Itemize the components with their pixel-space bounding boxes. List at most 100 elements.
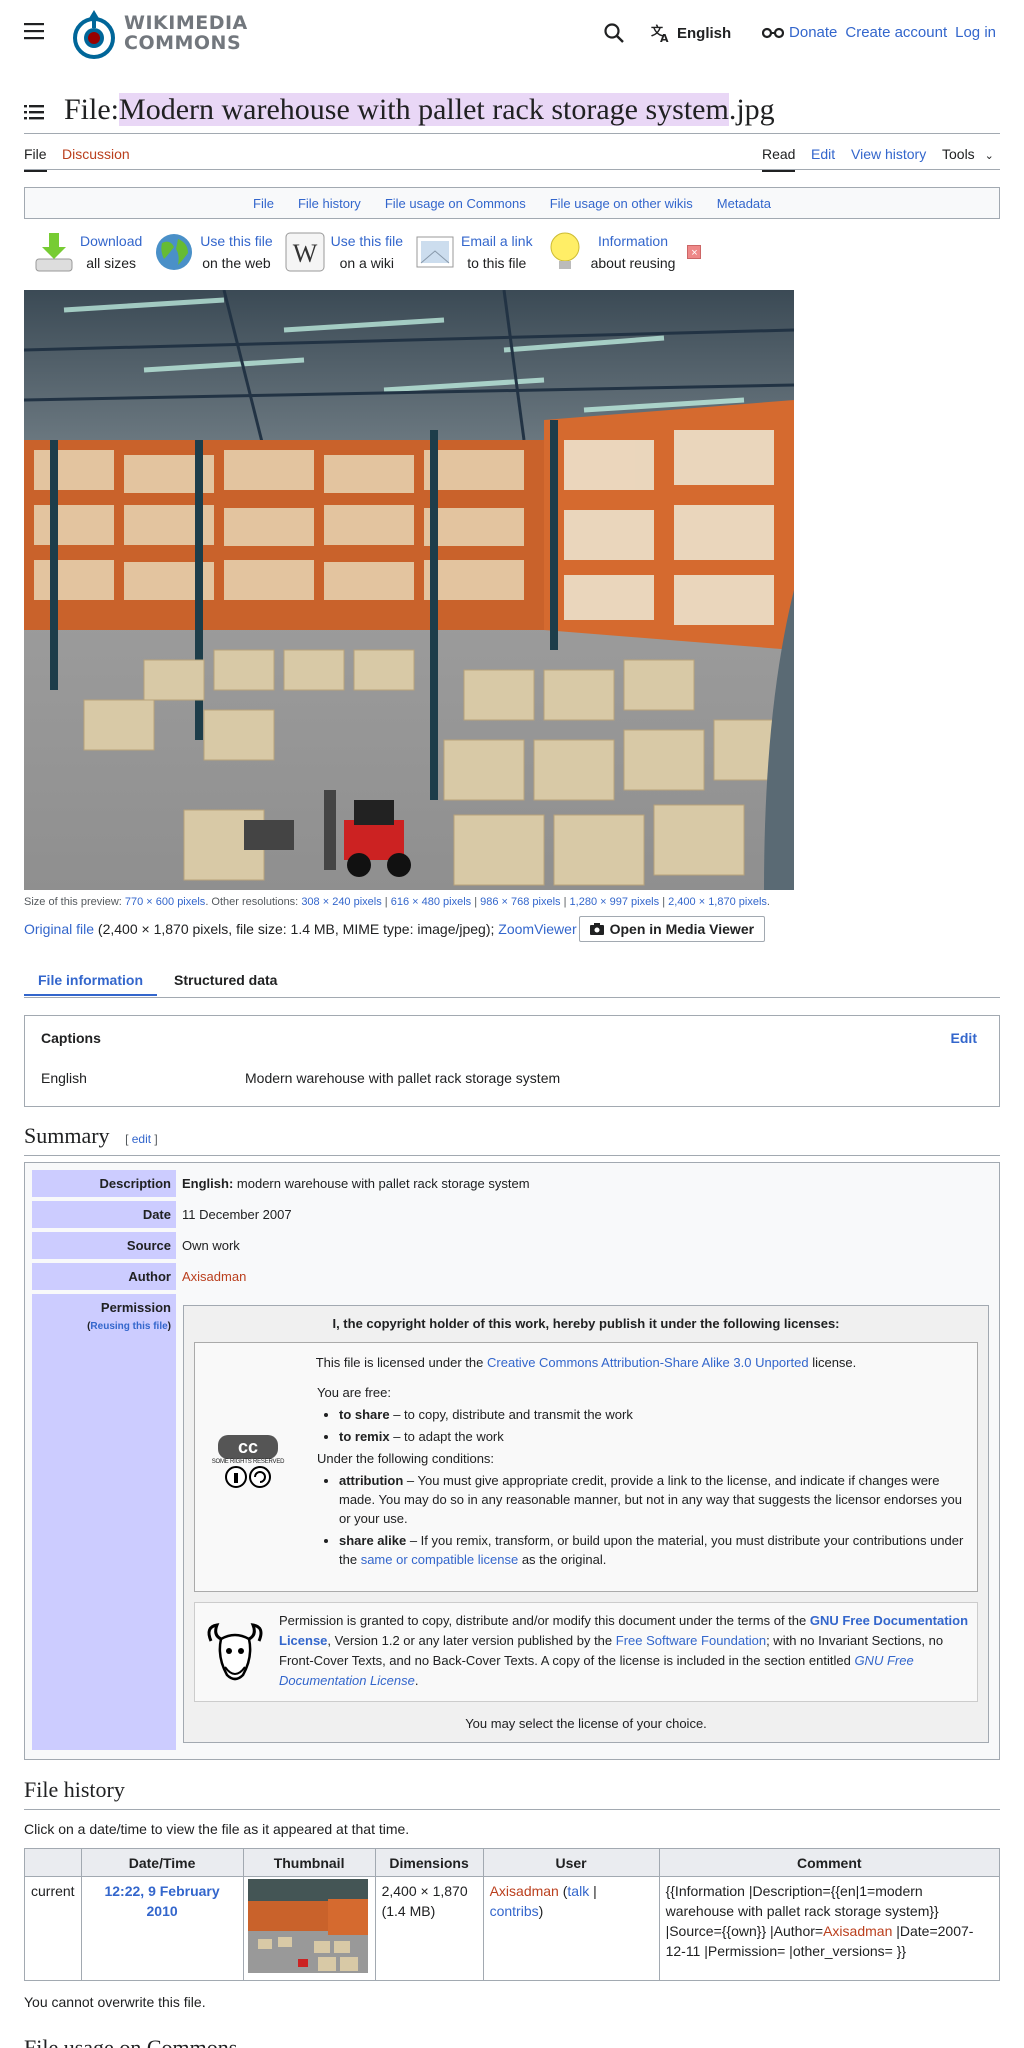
description-label: Description: [32, 1170, 176, 1197]
globe-icon: [156, 234, 193, 270]
toc-file-usage-other[interactable]: File usage on other wikis: [550, 196, 693, 211]
zoomviewer-link[interactable]: ZoomViewer: [498, 921, 576, 937]
description-value: English: modern warehouse with pallet ra…: [182, 1174, 530, 1193]
col-datetime: Date/Time: [80, 1848, 244, 1877]
compatible-license-link[interactable]: same or compatible license: [361, 1552, 519, 1567]
download-button[interactable]: Download all sizes: [34, 229, 142, 275]
history-contribs-link[interactable]: contribs: [490, 1903, 539, 1919]
conditions-heading: Under the following conditions:: [317, 1451, 495, 1466]
other-resolutions-label: . Other resolutions:: [205, 896, 299, 908]
reuse-info-button[interactable]: Information about reusing: [545, 229, 675, 275]
resolution-link[interactable]: 2,400 × 1,870 pixels: [668, 896, 767, 908]
wordmark-line1: WIKIMEDIA: [124, 12, 248, 34]
file-usage-heading: File usage on Commons: [24, 2034, 1000, 2048]
cc-by-sa-badge[interactable]: cc SOME RIGHTS RESERVED: [203, 1435, 293, 1499]
use-on-wiki-sublabel: on a wiki: [339, 255, 395, 271]
open-media-viewer-button[interactable]: Open in Media Viewer: [578, 916, 766, 942]
attribution-text: – You must give appropriate credit, prov…: [339, 1473, 962, 1526]
history-comment: {{Information |Description={{en|1=modern…: [658, 1876, 1001, 1981]
file-history-intro: Click on a date/time to view the file as…: [24, 1821, 410, 1837]
tab-discussion[interactable]: Discussion: [62, 144, 130, 170]
cc-license-box: This file is licensed under the Creative…: [194, 1342, 978, 1592]
col-comment: Comment: [658, 1848, 1001, 1877]
share-term: to share – to copy, distribute and trans…: [339, 1405, 967, 1424]
toc-metadata[interactable]: Metadata: [717, 196, 771, 211]
summary-title: Summary: [24, 1123, 110, 1148]
donate-link[interactable]: Donate: [789, 24, 837, 41]
tools-label: Tools: [942, 146, 975, 162]
tab-read[interactable]: Read: [762, 144, 796, 172]
language-label: English: [677, 24, 732, 42]
resolution-link[interactable]: 1,280 × 997 pixels: [570, 896, 660, 908]
resolution-link[interactable]: 986 × 768 pixels: [480, 896, 560, 908]
history-thumbnail[interactable]: [242, 1876, 376, 1981]
search-icon[interactable]: [603, 22, 625, 44]
description-text: modern warehouse with pallet rack storag…: [236, 1176, 530, 1191]
caption-text: Modern warehouse with pallet rack storag…: [245, 1070, 561, 1086]
page-title: File:Modern warehouse with pallet rack s…: [64, 92, 775, 128]
preview-current-size[interactable]: 770 × 600 pixels: [125, 896, 205, 908]
table-of-contents-icon[interactable]: [24, 104, 44, 120]
captions-edit-button[interactable]: Edit: [951, 1030, 977, 1046]
commons-wordmark[interactable]: WIKIMEDIA COMMONS: [124, 13, 248, 53]
history-user-link[interactable]: Axisadman: [490, 1883, 559, 1899]
description-lang: English:: [182, 1176, 234, 1191]
reuse-toolbar: Download all sizes Use this file on the we…: [34, 224, 702, 280]
history-comment-user-link[interactable]: Axisadman: [823, 1923, 892, 1939]
watchlist-glasses-icon[interactable]: [762, 24, 784, 42]
preview-size-label: Size of this preview:: [24, 896, 122, 908]
use-on-wiki-button[interactable]: W Use this file on a wiki: [285, 229, 403, 275]
warehouse-photo[interactable]: [24, 290, 794, 890]
commons-logo-icon[interactable]: [68, 8, 120, 60]
history-user: Axisadman (talk | contribs): [482, 1876, 660, 1981]
reusing-link[interactable]: Reusing this file: [90, 1321, 167, 1332]
history-datetime-link[interactable]: 12:22, 9 February 2010: [104, 1883, 219, 1919]
resolution-link[interactable]: 308 × 240 pixels: [301, 896, 381, 908]
date-value: 11 December 2007: [182, 1207, 292, 1222]
fsf-link[interactable]: Free Software Foundation: [616, 1633, 766, 1648]
tab-file-information[interactable]: File information: [24, 972, 157, 996]
tab-edit[interactable]: Edit: [811, 144, 835, 170]
summary-edit-link[interactable]: edit: [132, 1132, 151, 1146]
email-link-button[interactable]: Email a link to this file: [415, 229, 533, 275]
use-on-web-button[interactable]: Use this file on the web: [154, 229, 273, 275]
remix-text: – to adapt the work: [389, 1429, 504, 1444]
tab-view-history[interactable]: View history: [851, 144, 926, 170]
create-account-link[interactable]: Create account: [845, 24, 947, 41]
summary-heading: Summary [ edit ]: [24, 1122, 1000, 1156]
share-bold: to share: [339, 1407, 390, 1422]
tab-structured-data[interactable]: Structured data: [174, 972, 277, 988]
language-selector[interactable]: 文A English: [651, 22, 731, 44]
captions-panel: Captions Edit English Modern warehouse w…: [24, 1015, 1000, 1107]
tools-menu[interactable]: Tools ⌄: [942, 144, 994, 172]
tab-file[interactable]: File: [24, 144, 47, 172]
license-header: I, the copyright holder of this work, he…: [332, 1316, 840, 1331]
login-link[interactable]: Log in: [955, 24, 996, 41]
source-value: Own work: [182, 1238, 240, 1253]
toc-file-usage-commons[interactable]: File usage on Commons: [385, 196, 526, 211]
table-row: current 12:22, 9 February 2010 2,400 × 1…: [24, 1876, 1001, 1981]
cc-license-link[interactable]: Creative Commons Attribution-Share Alike…: [487, 1355, 809, 1370]
gfdl-text-2: , Version 1.2 or any later version publi…: [327, 1633, 616, 1648]
gfdl-text-1: Permission is granted to copy, distribut…: [279, 1613, 810, 1628]
author-link[interactable]: Axisadman: [182, 1267, 246, 1286]
gfdl-text: Permission is granted to copy, distribut…: [279, 1613, 969, 1688]
resolution-link[interactable]: 616 × 480 pixels: [391, 896, 471, 908]
close-icon[interactable]: ×: [687, 245, 702, 259]
by-sa-icon: [225, 1466, 271, 1488]
use-on-web-sublabel: on the web: [202, 255, 271, 271]
attribution-bold: attribution: [339, 1473, 404, 1488]
thumbnail-image: [247, 1879, 368, 1973]
original-file-link[interactable]: Original file: [24, 921, 94, 937]
toc-file-history[interactable]: File history: [298, 196, 361, 211]
share-alike-term: share alike – If you remix, transform, o…: [339, 1531, 967, 1569]
history-talk-link[interactable]: talk: [567, 1883, 589, 1899]
info-tabs: File information Structured data: [24, 968, 1000, 998]
share-alike-text-end: as the original.: [518, 1552, 607, 1567]
language-icon: 文A: [651, 23, 669, 43]
captions-heading: Captions: [41, 1030, 101, 1046]
personal-links: Donate Create account Log in: [789, 24, 996, 41]
title-prefix: File:: [64, 93, 120, 126]
toc-file[interactable]: File: [253, 196, 274, 211]
menu-icon[interactable]: [24, 22, 44, 40]
